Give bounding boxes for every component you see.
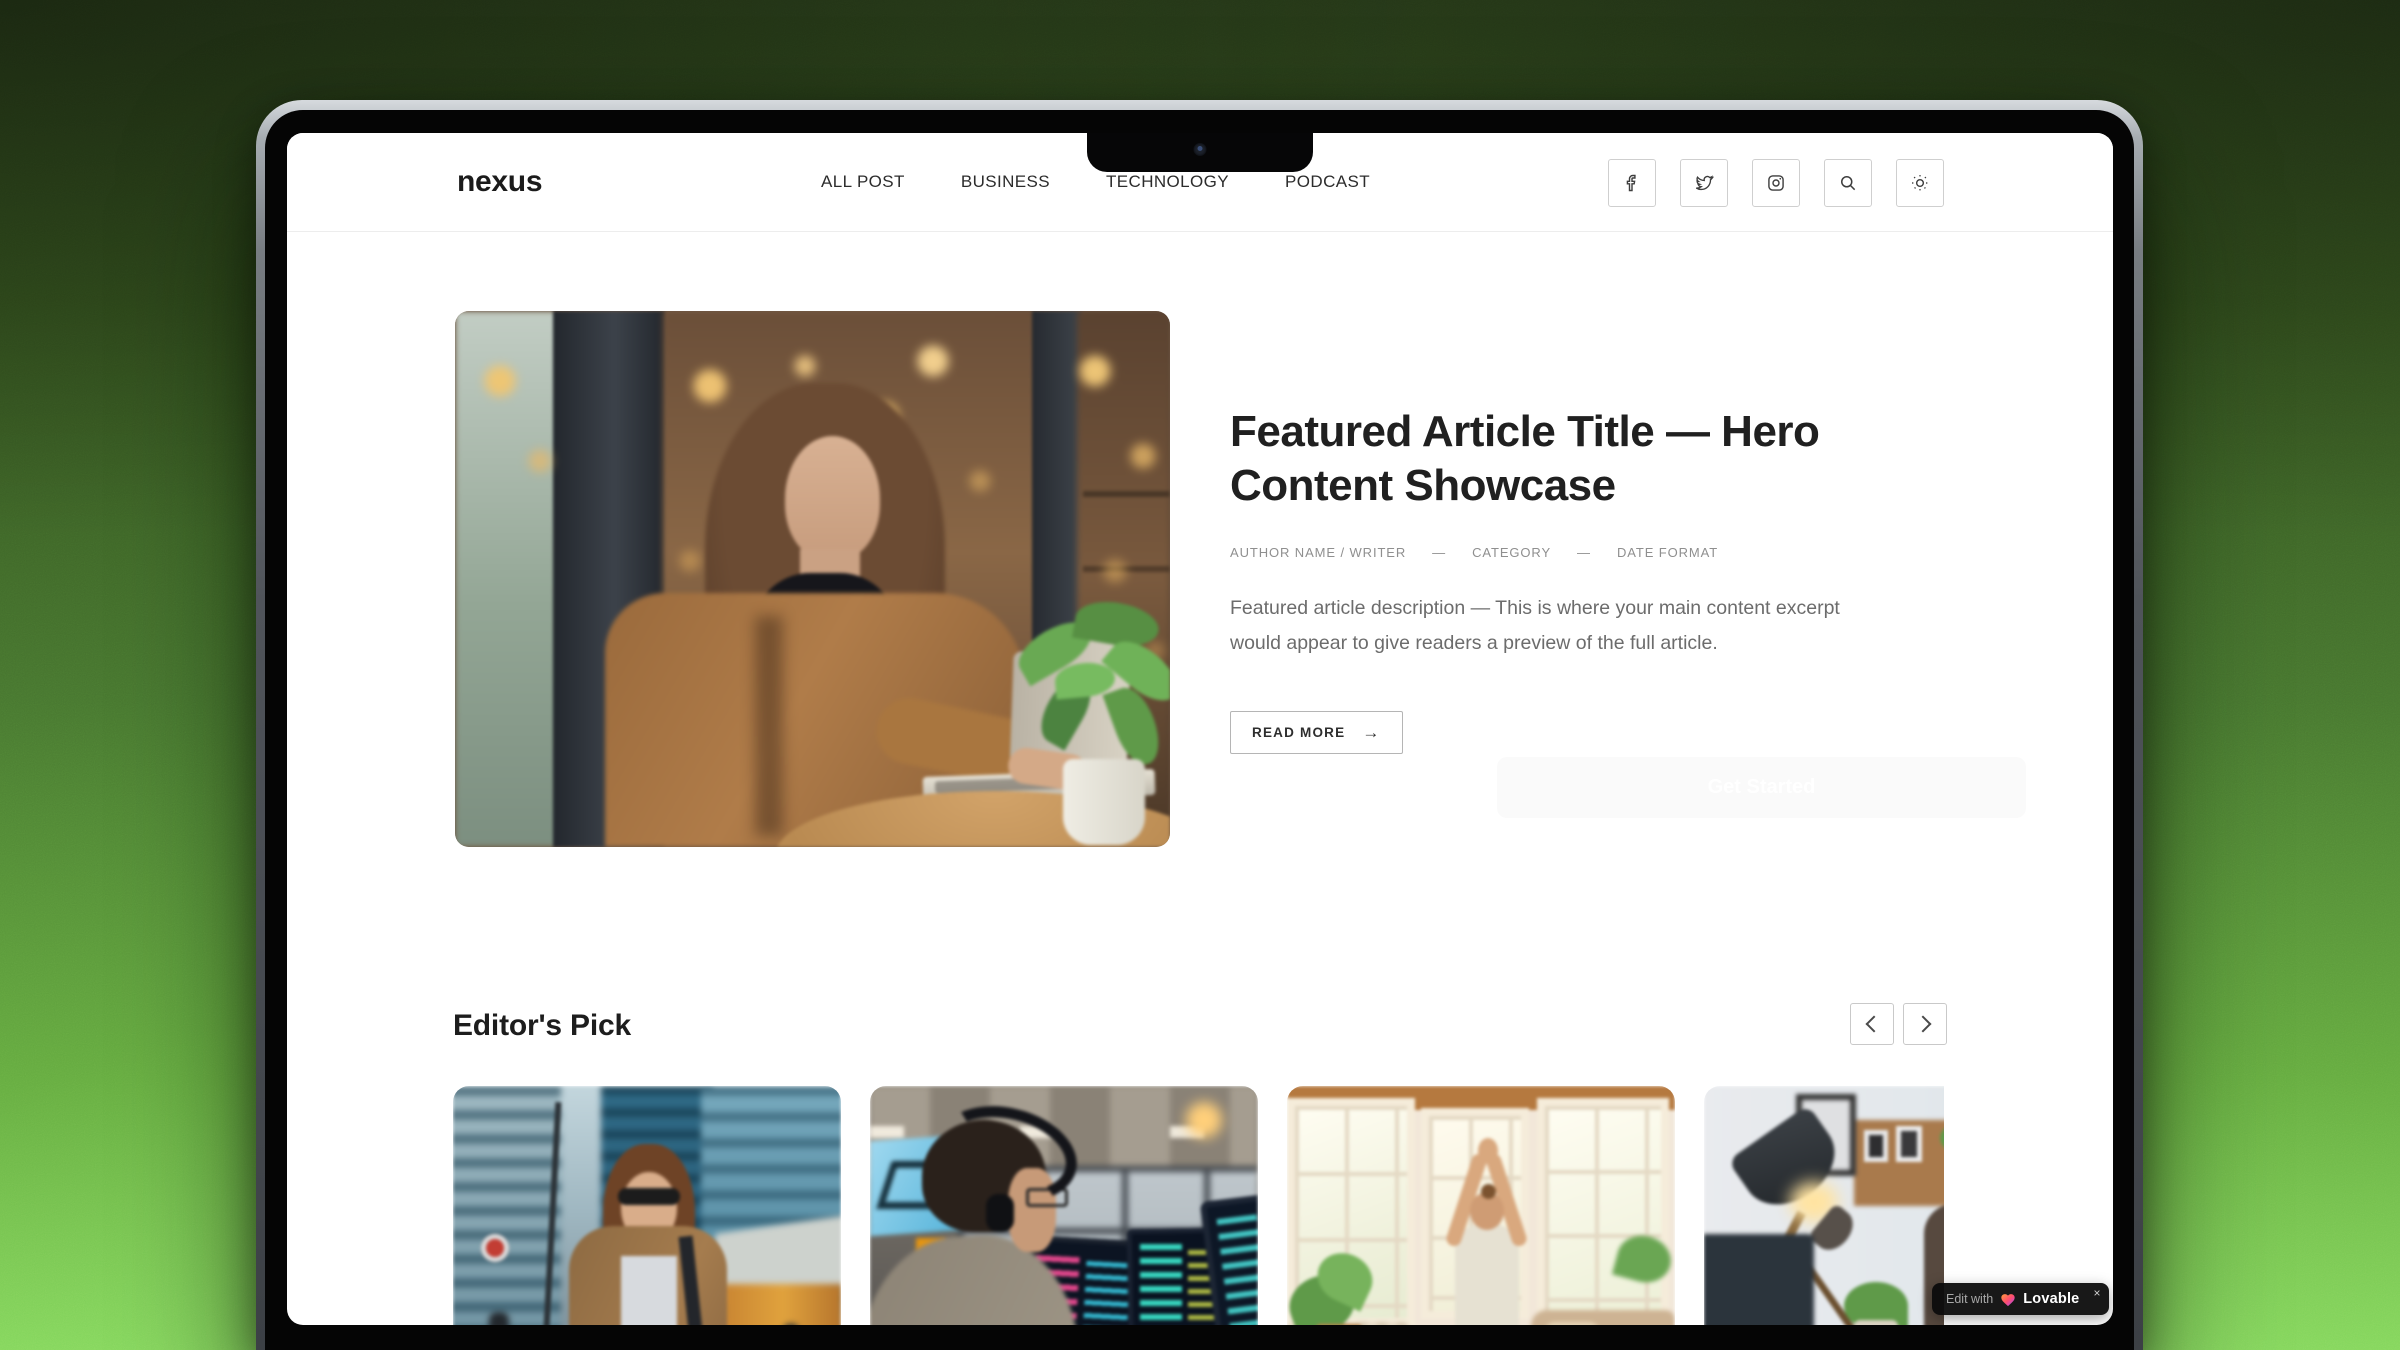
close-icon[interactable]: × — [2093, 1287, 2100, 1299]
site-logo[interactable]: nexus — [457, 133, 542, 231]
editors-pick-carousel — [453, 1086, 1944, 1325]
hero-description: Featured article description — This is w… — [1230, 591, 1840, 661]
nav-item-technology[interactable]: TECHNOLOGY — [1106, 172, 1229, 192]
photo-shapes — [455, 311, 1170, 847]
read-more-label: READ MORE — [1252, 725, 1345, 740]
instagram-icon — [1766, 173, 1786, 193]
ghost-get-started-button: Get Started — [1497, 757, 2026, 818]
arrow-right-icon: → — [1362, 723, 1380, 743]
chevron-right-icon — [1915, 1016, 1932, 1033]
lovable-brand: Lovable — [2023, 1291, 2079, 1307]
browser-screen: nexus ALL POST BUSINESS TECHNOLOGY PODCA… — [287, 133, 2113, 1325]
edit-with-lovable-badge[interactable]: Edit with Lovable × — [1932, 1283, 2109, 1315]
chevron-left-icon — [1866, 1016, 1883, 1033]
hero-title: Featured Article Title — Hero Content Sho… — [1230, 405, 1819, 513]
hero-author[interactable]: AUTHOR NAME / WRITER — [1230, 545, 1406, 560]
nav-item-business[interactable]: BUSINESS — [961, 172, 1050, 192]
twitter-icon — [1694, 173, 1714, 193]
photo-shapes — [453, 1086, 841, 1325]
photo-shapes — [870, 1086, 1258, 1325]
nav-item-podcast[interactable]: PODCAST — [1285, 172, 1370, 192]
twitter-button[interactable] — [1680, 159, 1728, 207]
laptop-bezel: nexus ALL POST BUSINESS TECHNOLOGY PODCA… — [265, 110, 2134, 1350]
card-street-fashion[interactable] — [453, 1086, 841, 1325]
laptop-mockup: nexus ALL POST BUSINESS TECHNOLOGY PODCA… — [256, 100, 2143, 1350]
photo-shapes — [1287, 1086, 1675, 1325]
nav-item-all-post[interactable]: ALL POST — [821, 172, 905, 192]
card-developer-monitors[interactable] — [870, 1086, 1258, 1325]
card-home-yoga[interactable] — [1287, 1086, 1675, 1325]
search-button[interactable] — [1824, 159, 1872, 207]
hero-title-line2: Content Showcase — [1230, 461, 1616, 510]
meta-separator: — — [1432, 545, 1446, 560]
carousel-next-button[interactable] — [1903, 1003, 1947, 1045]
hero-category[interactable]: CATEGORY — [1472, 545, 1551, 560]
laptop-notch — [1087, 133, 1313, 172]
ghost-button-label: Get Started — [1708, 776, 1816, 799]
hero-photo — [455, 311, 1170, 847]
read-more-button[interactable]: READ MORE → — [1230, 711, 1403, 754]
hero-description-line2: would appear to give readers a preview o… — [1230, 632, 1718, 654]
hero-description-line1: Featured article description — This is w… — [1230, 597, 1840, 619]
search-icon — [1838, 173, 1858, 193]
carousel-prev-button[interactable] — [1850, 1003, 1894, 1045]
header-actions — [1608, 159, 1944, 207]
facebook-button[interactable] — [1608, 159, 1656, 207]
instagram-button[interactable] — [1752, 159, 1800, 207]
facebook-icon — [1622, 173, 1642, 193]
desktop-background: nexus ALL POST BUSINESS TECHNOLOGY PODCA… — [0, 0, 2400, 1350]
webcam-icon — [1194, 143, 1207, 156]
hero-date: DATE FORMAT — [1617, 545, 1718, 560]
sun-icon — [1910, 173, 1930, 193]
theme-toggle-button[interactable] — [1896, 159, 1944, 207]
lovable-heart-icon — [2000, 1292, 2016, 1307]
hero-title-line1: Featured Article Title — Hero — [1230, 407, 1819, 456]
photo-shapes — [1704, 1086, 1944, 1325]
meta-separator: — — [1577, 545, 1591, 560]
editors-pick-heading: Editor's Pick — [453, 1006, 631, 1046]
card-home-office[interactable] — [1704, 1086, 1944, 1325]
hero-meta: AUTHOR NAME / WRITER — CATEGORY — DATE F… — [1230, 545, 1718, 560]
lovable-prefix: Edit with — [1946, 1292, 1993, 1306]
